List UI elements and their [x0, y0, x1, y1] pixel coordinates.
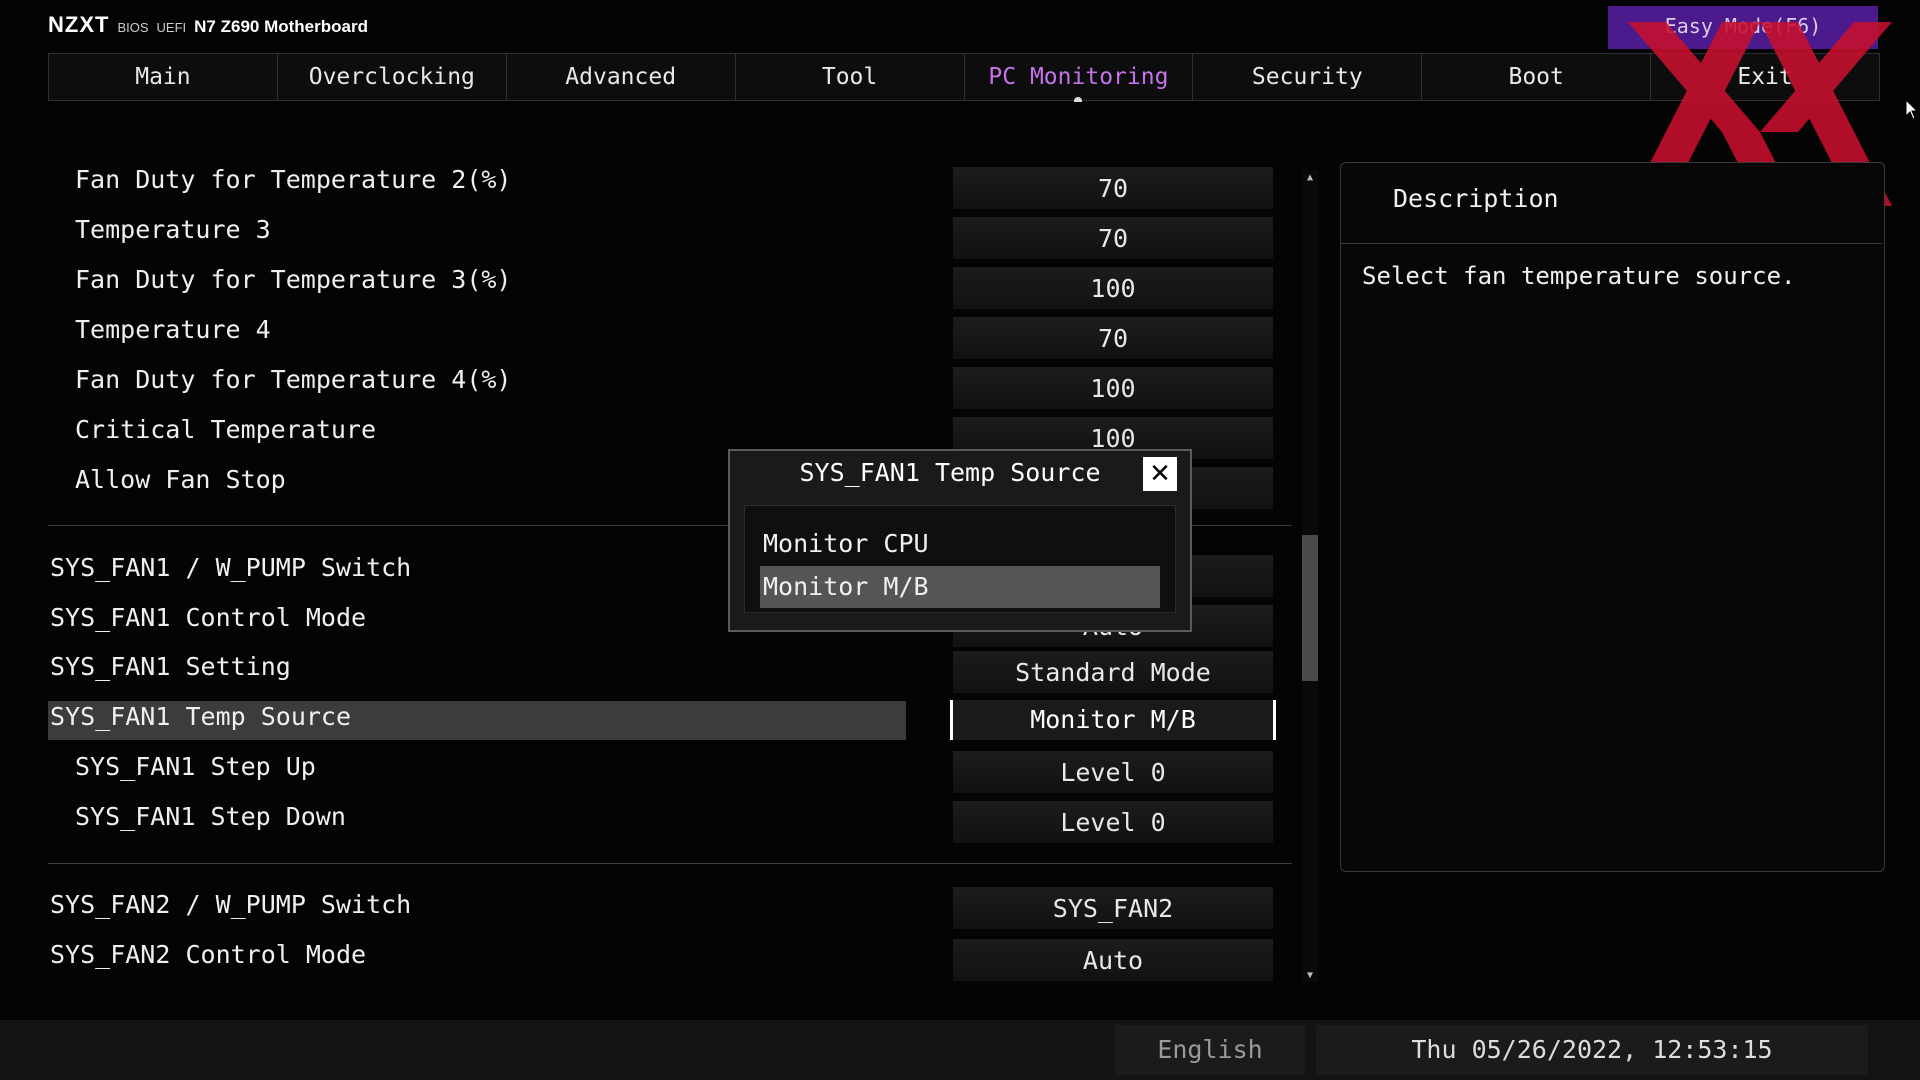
brand-header: NZXT BIOS UEFI N7 Z690 Motherboard: [48, 12, 368, 42]
popup-title: SYS_FAN1 Temp Source: [799, 458, 1101, 487]
nzxt-logo: NZXT: [48, 12, 110, 37]
motherboard-model: N7 Z690 Motherboard: [194, 17, 368, 36]
setting-label-fan-duty-temp4[interactable]: Fan Duty for Temperature 4(%): [75, 365, 512, 394]
description-text: Select fan temperature source.: [1362, 262, 1796, 290]
setting-label-sys-fan1-step-up[interactable]: SYS_FAN1 Step Up: [75, 752, 316, 781]
bios-label: BIOS: [117, 20, 149, 35]
setting-label-sys-fan1-step-down[interactable]: SYS_FAN1 Step Down: [75, 802, 346, 831]
setting-value-temperature-3[interactable]: 70: [953, 217, 1273, 259]
setting-value-sys-fan2-control-mode[interactable]: Auto: [953, 939, 1273, 981]
uefi-label: UEFI: [156, 20, 187, 35]
close-icon[interactable]: ✕: [1143, 457, 1177, 491]
tab-main[interactable]: Main: [48, 53, 277, 101]
tab-security[interactable]: Security: [1192, 53, 1422, 101]
setting-label-temperature-3[interactable]: Temperature 3: [75, 215, 271, 244]
setting-value-fan-duty-temp2[interactable]: 70: [953, 167, 1273, 209]
tab-boot[interactable]: Boot: [1421, 53, 1651, 101]
description-title: Description: [1393, 184, 1559, 213]
tab-advanced[interactable]: Advanced: [505, 53, 735, 101]
setting-label-allow-fan-stop[interactable]: Allow Fan Stop: [75, 465, 286, 494]
section-divider: [48, 863, 1292, 864]
setting-value-sys-fan2-pump-switch[interactable]: SYS_FAN2: [953, 887, 1273, 929]
setting-value-sys-fan1-setting[interactable]: Standard Mode: [953, 651, 1273, 693]
scroll-up-arrow-icon[interactable]: ▲: [1302, 170, 1318, 186]
setting-value-temperature-4[interactable]: 70: [953, 317, 1273, 359]
language-selector[interactable]: English: [1115, 1025, 1305, 1075]
setting-value-sys-fan1-step-up[interactable]: Level 0: [953, 751, 1273, 793]
setting-label-sys-fan2-control-mode[interactable]: SYS_FAN2 Control Mode: [50, 940, 366, 969]
tab-pc-monitoring[interactable]: PC Monitoring: [963, 53, 1193, 102]
tab-overclocking[interactable]: Overclocking: [276, 53, 506, 101]
scroll-down-arrow-icon[interactable]: ▼: [1302, 968, 1318, 984]
setting-label-sys-fan2-pump-switch[interactable]: SYS_FAN2 / W_PUMP Switch: [50, 890, 411, 919]
setting-value-sys-fan1-temp-source[interactable]: Monitor M/B: [950, 700, 1276, 740]
setting-label-fan-duty-temp2[interactable]: Fan Duty for Temperature 2(%): [75, 165, 512, 194]
date-time-display[interactable]: Thu 05/26/2022, 12:53:15: [1316, 1025, 1868, 1075]
popup-option-monitor-cpu[interactable]: Monitor CPU: [760, 523, 1160, 565]
mouse-cursor-icon: [1906, 100, 1918, 120]
scrollbar-thumb[interactable]: [1302, 534, 1318, 681]
setting-label-sys-fan1-setting[interactable]: SYS_FAN1 Setting: [50, 652, 291, 681]
setting-label-critical-temperature[interactable]: Critical Temperature: [75, 415, 376, 444]
setting-label-sys-fan1-temp-source[interactable]: SYS_FAN1 Temp Source: [50, 702, 351, 731]
setting-value-sys-fan1-step-down[interactable]: Level 0: [953, 801, 1273, 843]
tab-tool[interactable]: Tool: [734, 53, 964, 101]
setting-value-fan-duty-temp3[interactable]: 100: [953, 267, 1273, 309]
setting-label-fan-duty-temp3[interactable]: Fan Duty for Temperature 3(%): [75, 265, 512, 294]
popup-option-monitor-mb[interactable]: Monitor M/B: [760, 566, 1160, 608]
main-tab-bar: Main Overclocking Advanced Tool PC Monit…: [48, 53, 1880, 102]
setting-label-sys-fan1-control-mode[interactable]: SYS_FAN1 Control Mode: [50, 603, 366, 632]
setting-value-fan-duty-temp4[interactable]: 100: [953, 367, 1273, 409]
setting-label-sys-fan1-pump-switch[interactable]: SYS_FAN1 / W_PUMP Switch: [50, 553, 411, 582]
setting-label-temperature-4[interactable]: Temperature 4: [75, 315, 271, 344]
